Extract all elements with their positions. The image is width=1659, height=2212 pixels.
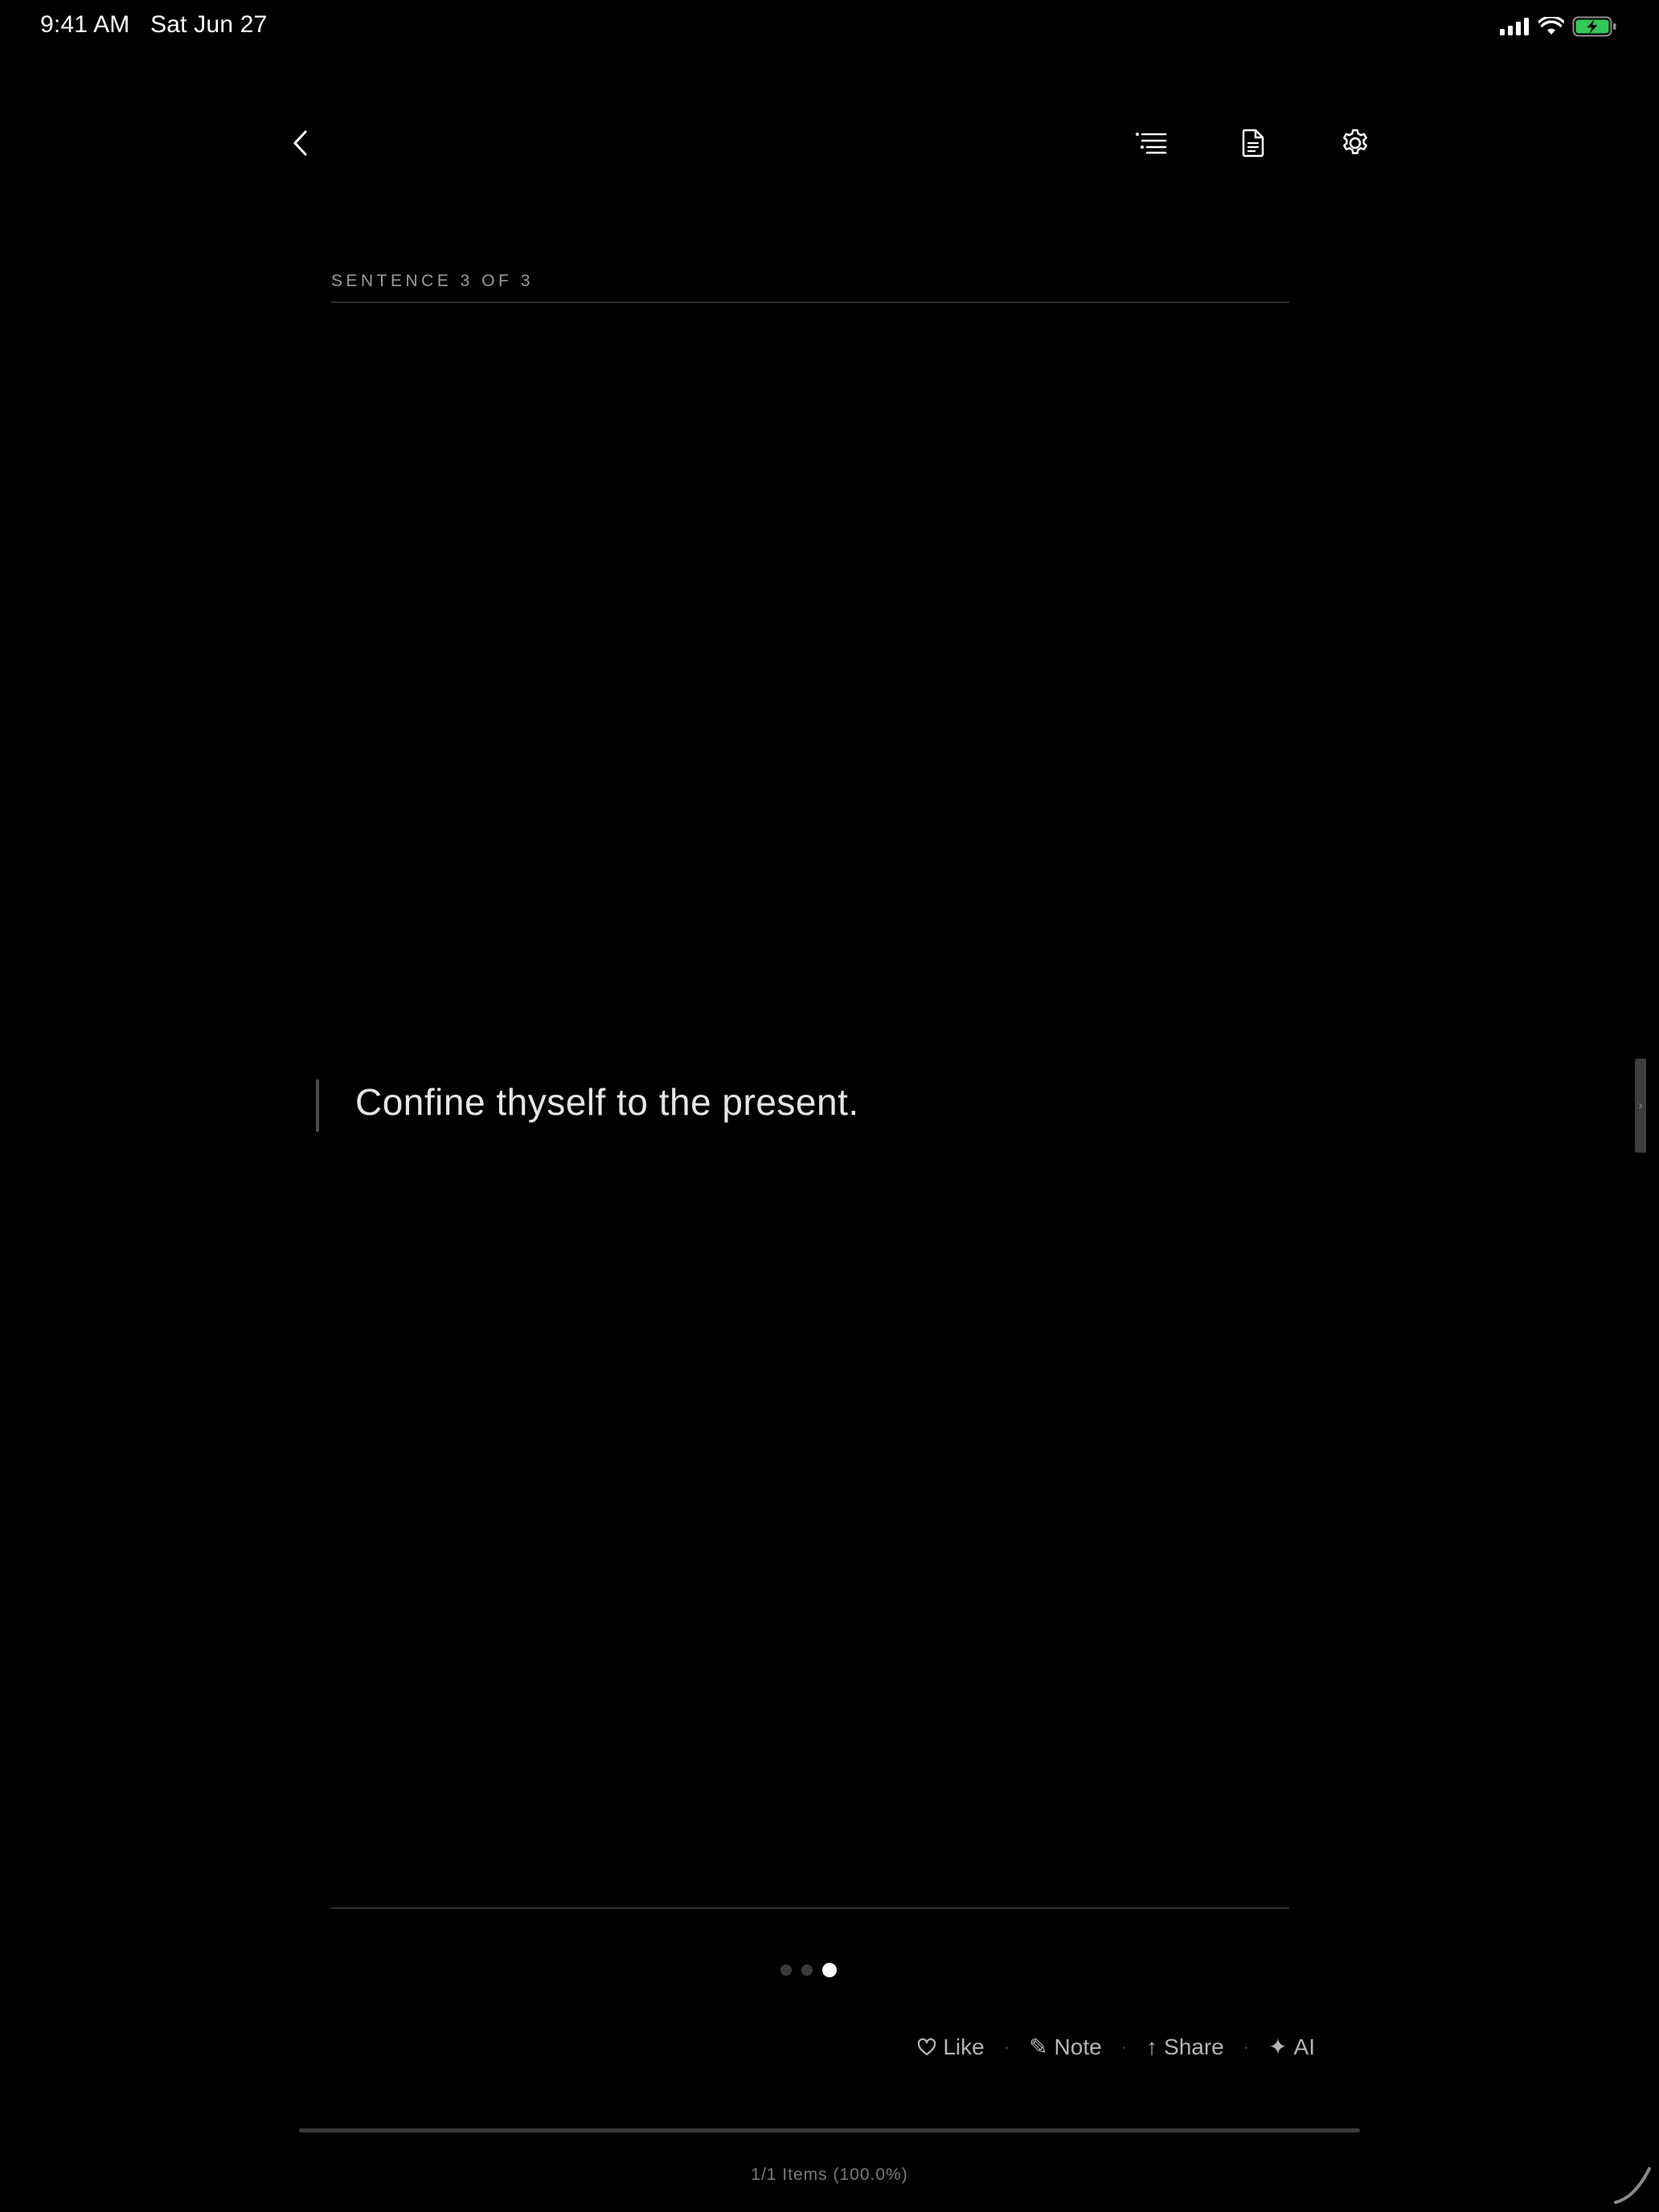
status-time: 9:41 AM [40, 11, 130, 38]
status-indicators [1500, 14, 1617, 39]
list-icon [1136, 133, 1167, 154]
separator: · [1003, 2036, 1010, 2057]
quote-bar [316, 1079, 319, 1132]
share-button[interactable]: ↑ Share [1146, 2034, 1224, 2060]
sparkle-icon: ✦ [1268, 2034, 1288, 2059]
pencil-icon: ✎ [1029, 2034, 1048, 2059]
gear-icon [1343, 129, 1367, 154]
status-date: Sat Jun 27 [150, 11, 268, 38]
action-bar: Like · ✎ Note · ↑ Share · ✦ AI [917, 2034, 1315, 2060]
progress-bar [299, 2128, 1360, 2132]
note-label: Note [1054, 2034, 1102, 2059]
page-dot-3-active[interactable] [822, 1963, 837, 1977]
side-panel-handle[interactable]: › [1635, 1059, 1646, 1153]
heart-icon [918, 2038, 936, 2055]
wifi-icon [1538, 17, 1564, 35]
status-bar-time: 9:41 AM Sat Jun 27 [40, 11, 268, 39]
note-button[interactable]: ✎ Note [1029, 2034, 1102, 2060]
cellular-signal-icon [1500, 18, 1529, 35]
progress-label: 1/1 Items (100.0%) [751, 2165, 908, 2184]
document-icon [1242, 129, 1264, 158]
page-indicator [780, 1963, 837, 1977]
separator: · [1243, 2036, 1250, 2057]
page-dot-1[interactable] [780, 1964, 792, 1976]
chevron-right-icon: › [1638, 1098, 1643, 1112]
chevron-left-icon [293, 130, 307, 156]
like-button[interactable]: Like [917, 2034, 985, 2060]
like-label: Like [943, 2034, 985, 2059]
ai-button[interactable]: ✦ AI [1268, 2034, 1315, 2060]
battery-charging-icon [1572, 16, 1616, 37]
footer-divider [331, 1907, 1289, 1909]
page-dot-2[interactable] [801, 1964, 813, 1976]
corner-swipe-indicator [1614, 2167, 1651, 2204]
share-label: Share [1164, 2034, 1224, 2059]
ai-label: AI [1293, 2034, 1315, 2059]
sentence-counter: SENTENCE 3 OF 3 [331, 272, 534, 290]
settings-button[interactable] [1329, 117, 1381, 169]
back-button[interactable] [275, 117, 326, 169]
document-button[interactable] [1227, 117, 1279, 169]
progress-fill [299, 2128, 1360, 2132]
table-of-contents-button[interactable] [1125, 117, 1177, 169]
separator: · [1120, 2036, 1128, 2057]
sentence-text[interactable]: Confine thyself to the present. [355, 1080, 859, 1124]
header-divider [331, 301, 1289, 303]
arrow-up-icon: ↑ [1146, 2034, 1158, 2059]
